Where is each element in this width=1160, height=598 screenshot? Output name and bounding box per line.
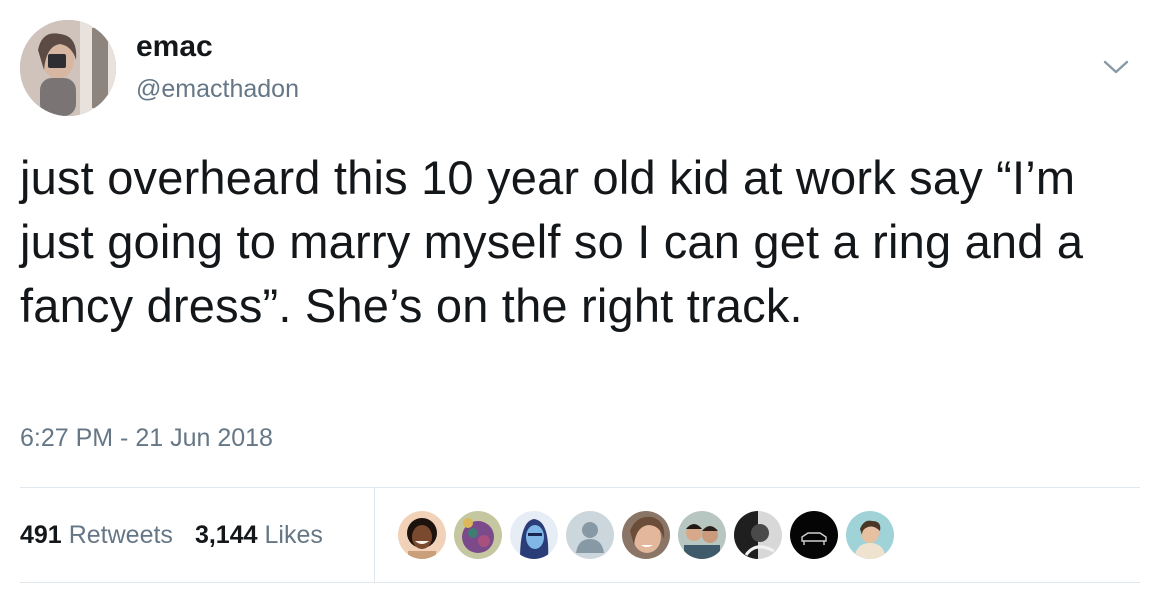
chevron-down-icon <box>1103 60 1129 74</box>
user-avatar-icon <box>790 511 838 559</box>
liker-avatars <box>398 511 894 559</box>
retweets-label: Retweets <box>68 520 173 549</box>
likes-stat[interactable]: 3,144 Likes <box>195 521 323 550</box>
user-handle[interactable]: @emacthadon <box>136 75 299 104</box>
tweet-text: just overheard this 10 year old kid at w… <box>20 151 1084 332</box>
user-avatar-icon <box>398 511 446 559</box>
user-avatar-icon <box>510 511 558 559</box>
retweets-stat[interactable]: 491 Retweets <box>20 521 173 550</box>
retweets-count: 491 <box>20 520 62 549</box>
avatar[interactable] <box>20 20 116 116</box>
default-profile-icon <box>566 511 614 559</box>
divider-bottom <box>20 582 1140 583</box>
user-avatar-icon <box>454 511 502 559</box>
liker-avatar[interactable] <box>398 511 446 559</box>
liker-avatar[interactable] <box>846 511 894 559</box>
user-avatar-icon <box>846 511 894 559</box>
liker-avatar[interactable] <box>678 511 726 559</box>
liker-avatar[interactable] <box>622 511 670 559</box>
profile-photo-icon <box>20 20 116 116</box>
likes-count: 3,144 <box>194 520 258 549</box>
stats-separator <box>374 488 375 582</box>
tweet-timestamp[interactable]: 6:27 PM - 21 Jun 2018 <box>20 424 273 453</box>
tweet-stats: 491 Retweets 3,144 Likes <box>20 488 345 582</box>
tweet-menu-button[interactable] <box>1098 52 1134 82</box>
user-avatar-icon <box>622 511 670 559</box>
likes-label: Likes <box>264 520 323 549</box>
liker-avatar[interactable] <box>734 511 782 559</box>
user-avatar-icon <box>678 511 726 559</box>
user-avatar-icon <box>734 511 782 559</box>
liker-avatar[interactable] <box>510 511 558 559</box>
liker-avatar[interactable] <box>566 511 614 559</box>
display-name[interactable]: emac <box>136 30 213 64</box>
liker-avatar[interactable] <box>790 511 838 559</box>
liker-avatar[interactable] <box>454 511 502 559</box>
